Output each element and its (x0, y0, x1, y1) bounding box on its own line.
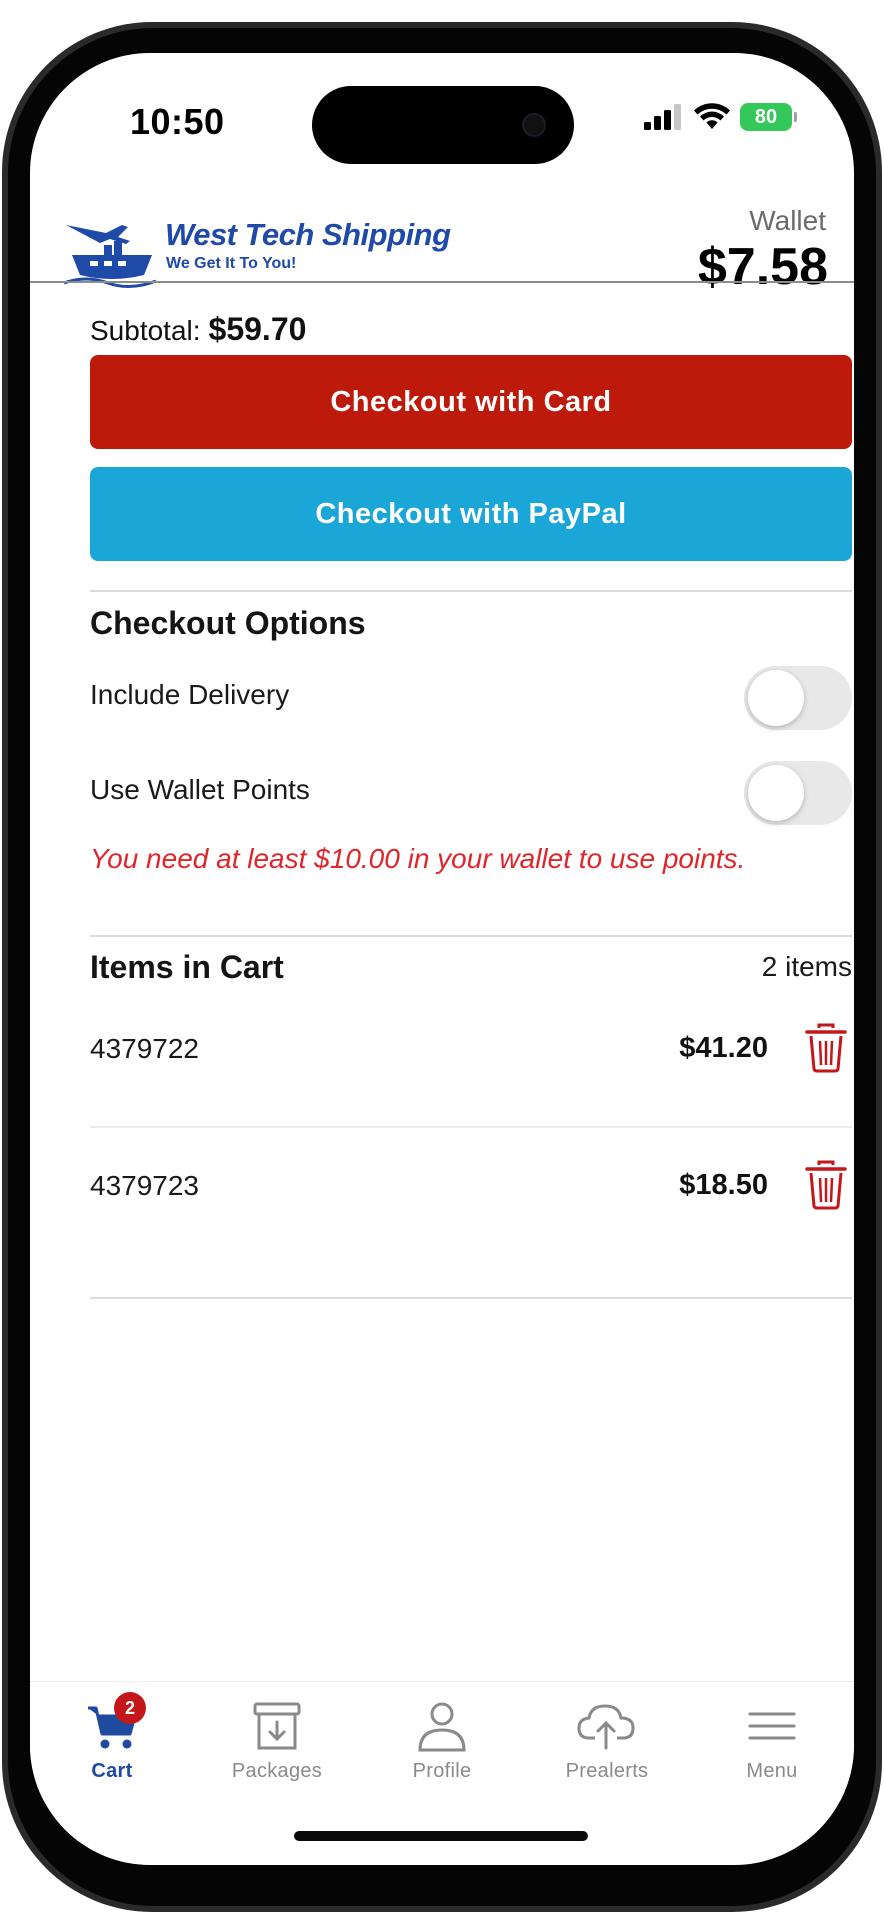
subtotal-value: $59.70 (208, 311, 307, 347)
use-wallet-points-toggle[interactable] (744, 761, 852, 825)
checkout-paypal-button[interactable]: Checkout with PayPal (90, 467, 852, 561)
cart-item-id: 4379723 (90, 1170, 200, 1201)
trash-icon[interactable] (804, 1160, 848, 1210)
tab-label: Prealerts (565, 1760, 649, 1782)
cart-badge: 2 (114, 1692, 146, 1724)
wallet-balance: $7.58 (697, 238, 828, 296)
phone-frame: 10:50 80 West Tech Shipping We Get It To… (0, 0, 884, 1918)
tab-label: Menu (746, 1760, 798, 1782)
app-header: West Tech Shipping We Get It To You! Wal… (30, 153, 854, 296)
home-indicator[interactable] (294, 1831, 588, 1841)
subtotal-label: Subtotal: (90, 315, 201, 346)
tab-menu[interactable]: Menu (690, 1682, 854, 1802)
cart-item-price: $41.20 (679, 1032, 768, 1064)
app-screen: 10:50 80 West Tech Shipping We Get It To… (30, 53, 854, 1865)
trash-icon[interactable] (804, 1023, 848, 1073)
checkout-card-button[interactable]: Checkout with Card (90, 355, 852, 449)
wifi-icon (694, 103, 730, 129)
tab-cart[interactable]: 2 Cart (30, 1682, 194, 1802)
use-wallet-points-label: Use Wallet Points (90, 774, 310, 805)
header-divider (30, 281, 854, 283)
front-camera (522, 113, 546, 137)
divider (90, 590, 852, 592)
wallet-points-warning: You need at least $10.00 in your wallet … (90, 843, 746, 874)
divider (90, 1297, 852, 1299)
hamburger-menu-icon (742, 1700, 802, 1752)
battery-icon: 80 (740, 103, 797, 131)
include-delivery-label: Include Delivery (90, 679, 290, 710)
row-divider (90, 1126, 852, 1128)
subtotal-row: Subtotal: $59.70 (90, 311, 306, 348)
wallet-label: Wallet (749, 205, 826, 236)
package-download-icon (247, 1700, 307, 1752)
tab-prealerts[interactable]: Prealerts (525, 1682, 689, 1802)
tab-label: Packages (231, 1760, 323, 1782)
cellular-signal-icon (644, 104, 681, 130)
brand-logo[interactable]: West Tech Shipping We Get It To You! (60, 211, 480, 291)
status-icons: 80 (644, 103, 797, 131)
tab-packages[interactable]: Packages (195, 1682, 359, 1802)
divider (90, 935, 852, 937)
status-time: 10:50 (130, 101, 225, 142)
cart-item-id: 4379722 (90, 1033, 200, 1064)
person-icon (412, 1700, 472, 1752)
tab-profile[interactable]: Profile (360, 1682, 524, 1802)
toggle-knob (748, 670, 804, 726)
ship-logo-icon (63, 225, 157, 288)
tab-label: Cart (91, 1760, 133, 1782)
include-delivery-toggle[interactable] (744, 666, 852, 730)
checkout-options-title: Checkout Options (90, 605, 366, 641)
cart-item-price: $18.50 (679, 1169, 768, 1201)
brand-name: West Tech Shipping (165, 217, 451, 252)
items-in-cart-title: Items in Cart (90, 949, 284, 985)
tab-label: Profile (412, 1760, 472, 1782)
brand-tagline: We Get It To You! (166, 255, 297, 272)
cart-icon: 2 (82, 1692, 146, 1752)
cart-item-count: 2 items (761, 951, 852, 982)
bottom-tab-bar: 2 Cart Packages Profile Prealerts Menu (30, 1681, 854, 1801)
cloud-upload-icon (577, 1700, 637, 1752)
toggle-knob (748, 765, 804, 821)
